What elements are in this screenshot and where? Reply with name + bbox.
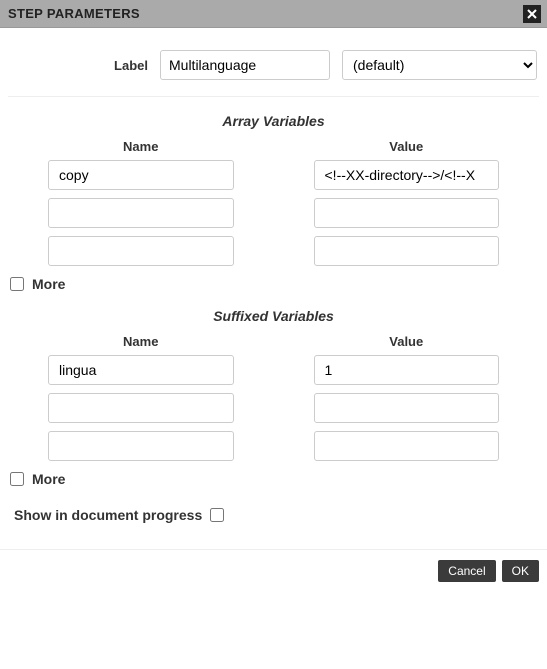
array-name-input[interactable] (48, 236, 234, 266)
doc-progress-checkbox[interactable] (210, 508, 224, 522)
array-value-input[interactable] (314, 236, 500, 266)
array-vars-title: Array Variables (8, 113, 539, 129)
array-row (8, 198, 539, 228)
suffixed-more-row: More (10, 471, 539, 487)
suffixed-row (8, 431, 539, 461)
suffixed-value-input[interactable] (314, 393, 500, 423)
suffixed-row (8, 355, 539, 385)
suffixed-more-checkbox[interactable] (10, 472, 24, 486)
window-title: STEP PARAMETERS (8, 6, 140, 21)
suffixed-value-input[interactable] (314, 431, 500, 461)
suffixed-vars-title: Suffixed Variables (8, 308, 539, 324)
array-row (8, 160, 539, 190)
doc-progress-label: Show in document progress (14, 507, 202, 523)
array-cols-header: Name Value (8, 139, 539, 154)
suffixed-name-input[interactable] (48, 393, 234, 423)
suffixed-cols-header: Name Value (8, 334, 539, 349)
close-button[interactable] (523, 5, 541, 23)
label-input[interactable] (160, 50, 330, 80)
array-header-value: Value (274, 139, 540, 154)
array-value-input[interactable] (314, 198, 500, 228)
array-more-label: More (32, 276, 65, 292)
suffixed-name-input[interactable] (48, 355, 234, 385)
label-field-label: Label (8, 58, 148, 73)
array-name-input[interactable] (48, 198, 234, 228)
suffixed-header-name: Name (8, 334, 274, 349)
doc-progress-row: Show in document progress (14, 507, 539, 523)
array-header-name: Name (8, 139, 274, 154)
array-value-input[interactable] (314, 160, 500, 190)
dialog-footer: Cancel OK (0, 550, 547, 592)
suffixed-more-label: More (32, 471, 65, 487)
array-more-row: More (10, 276, 539, 292)
cancel-button[interactable]: Cancel (438, 560, 495, 582)
suffixed-name-input[interactable] (48, 431, 234, 461)
label-dropdown[interactable]: (default) (342, 50, 537, 80)
ok-button[interactable]: OK (502, 560, 539, 582)
array-more-checkbox[interactable] (10, 277, 24, 291)
suffixed-row (8, 393, 539, 423)
close-icon (527, 9, 537, 19)
suffixed-header-value: Value (274, 334, 540, 349)
window-titlebar: STEP PARAMETERS (0, 0, 547, 28)
array-name-input[interactable] (48, 160, 234, 190)
dialog-content: Label (default) Array Variables Name Val… (0, 28, 547, 543)
label-row: Label (default) (8, 40, 539, 97)
array-row (8, 236, 539, 266)
suffixed-value-input[interactable] (314, 355, 500, 385)
